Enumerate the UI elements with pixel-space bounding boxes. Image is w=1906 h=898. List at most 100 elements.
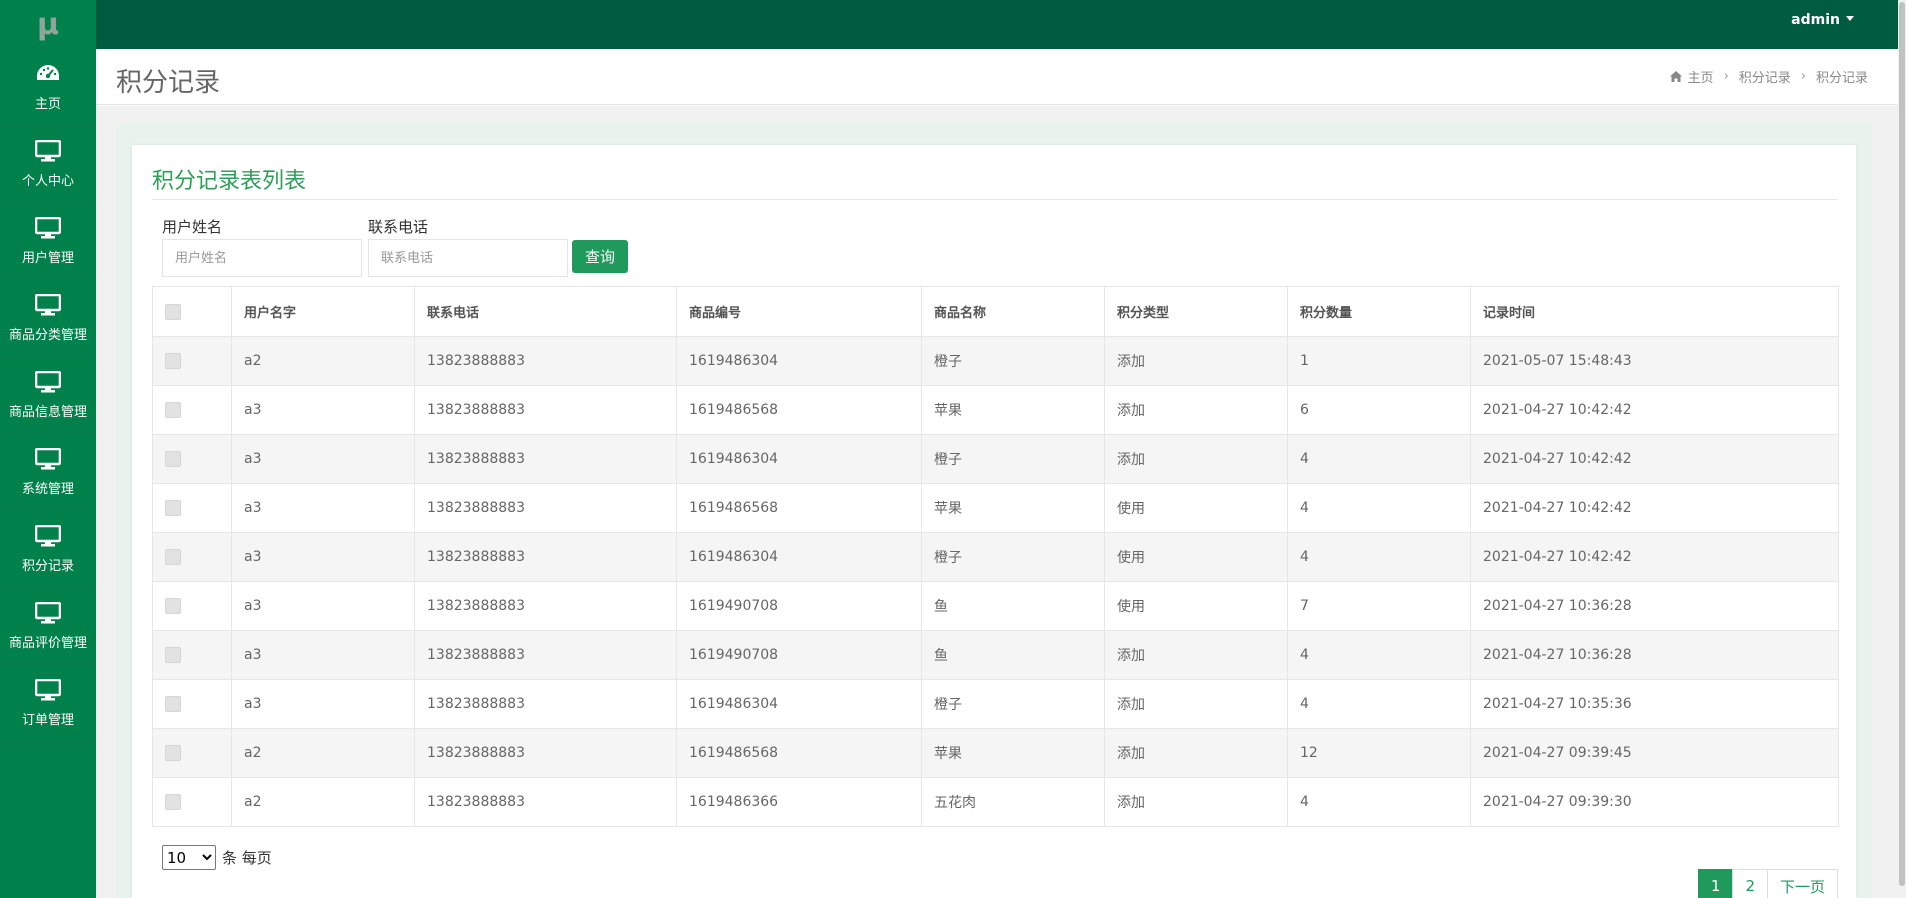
row-select-cell <box>152 581 232 631</box>
table-cell: 1619486304 <box>676 532 922 582</box>
page-title: 积分记录 <box>116 68 221 98</box>
sidebar-item-label: 积分记录 <box>21 558 74 574</box>
page-1-button[interactable]: 1 <box>1697 869 1734 898</box>
phone-input[interactable] <box>368 239 568 277</box>
column-header[interactable]: 用户名字 <box>231 286 415 337</box>
table-cell: 13823888883 <box>414 679 677 729</box>
table-cell: 使用 <box>1104 532 1288 582</box>
table-cell: 2021-04-27 09:39:30 <box>1470 777 1839 827</box>
sidebar-item-label: 主页 <box>34 96 61 112</box>
table-cell: 添加 <box>1104 336 1288 386</box>
select-all-checkbox[interactable] <box>165 303 181 320</box>
row-select-cell <box>152 728 232 778</box>
sidebar-item-3[interactable]: 用户管理 <box>0 203 96 280</box>
column-header[interactable]: 积分数量 <box>1287 286 1471 337</box>
user-menu[interactable]: admin <box>1791 12 1854 28</box>
page-2-button[interactable]: 2 <box>1732 869 1768 898</box>
sidebar-item-1[interactable]: 主页 <box>0 49 96 126</box>
table-cell: 2021-05-07 15:48:43 <box>1470 336 1839 386</box>
row-checkbox[interactable] <box>165 696 181 712</box>
table-cell: a3 <box>231 483 415 533</box>
table-cell: 1619486568 <box>676 385 922 435</box>
row-checkbox[interactable] <box>165 647 181 663</box>
table-cell: a3 <box>231 679 415 729</box>
table-cell: 苹果 <box>921 728 1105 778</box>
pagination: 1 2 下一页 <box>1697 869 1838 898</box>
table-cell: 橙子 <box>921 532 1105 582</box>
next-page-button[interactable]: 下一页 <box>1766 869 1838 898</box>
column-header[interactable]: 积分类型 <box>1104 286 1288 337</box>
row-select-cell <box>152 385 232 435</box>
monitor-icon <box>35 678 61 709</box>
row-checkbox[interactable] <box>165 598 181 614</box>
table-row: a3 13823888883 1619486568 苹果 添加 6 2021-04-27 1… <box>152 385 1839 435</box>
table-cell: 鱼 <box>921 581 1105 631</box>
table-cell: 2021-04-27 10:42:42 <box>1470 434 1839 484</box>
row-checkbox[interactable] <box>165 353 181 369</box>
sidebar-item-label: 订单管理 <box>21 712 74 728</box>
page-size-suffix: 条 每页 <box>222 849 272 867</box>
row-checkbox[interactable] <box>165 745 181 761</box>
column-header[interactable]: 联系电话 <box>414 286 677 337</box>
table-cell: a3 <box>231 434 415 484</box>
row-checkbox[interactable] <box>165 794 181 810</box>
sidebar-item-2[interactable]: 个人中心 <box>0 126 96 203</box>
table-cell: 添加 <box>1104 630 1288 680</box>
table-cell: 4 <box>1287 777 1471 827</box>
row-select-cell <box>152 630 232 680</box>
table-header-row: 用户名字 联系电话 商品编号 商品名称 积分类型 积分数量 记录时间 <box>152 286 1839 337</box>
table-cell: 苹果 <box>921 385 1105 435</box>
table-cell: 13823888883 <box>414 385 677 435</box>
table-cell: 1619486568 <box>676 483 922 533</box>
table-cell: a3 <box>231 385 415 435</box>
monitor-icon <box>35 139 61 170</box>
row-checkbox[interactable] <box>165 500 181 516</box>
table-row: a3 13823888883 1619490708 鱼使用 7 2021-04-27 10… <box>152 581 1839 631</box>
row-checkbox[interactable] <box>165 451 181 467</box>
table-row: a2 13823888883 1619486568 苹果 添加 12 2021-04-27 … <box>152 728 1839 778</box>
sidebar: μ 主页个人中心用户管理商品分类管理 商品信息管理 系统管理积分记录商品评价管理订单… <box>0 0 96 898</box>
monitor-icon <box>35 293 61 324</box>
sidebar-item-label: 个人中心 <box>21 173 74 189</box>
sidebar-item-7[interactable]: 积分记录 <box>0 511 96 588</box>
sidebar-item-label: 用户管理 <box>21 250 74 266</box>
sidebar-item-6[interactable]: 系统管理 <box>0 434 96 511</box>
user-name: admin <box>1791 12 1840 28</box>
column-header[interactable]: 商品编号 <box>676 286 922 337</box>
row-select-cell <box>152 434 232 484</box>
table-row: a3 13823888883 1619490708 鱼添加 4 2021-04-27 10… <box>152 630 1839 680</box>
table-cell: 橙子 <box>921 434 1105 484</box>
table-cell: a2 <box>231 336 415 386</box>
scrollbar[interactable] <box>1898 0 1906 898</box>
row-checkbox[interactable] <box>165 549 181 565</box>
sidebar-item-4[interactable]: 商品分类管理 <box>0 280 96 357</box>
page-size-select[interactable]: 10 <box>162 845 216 870</box>
sidebar-item-9[interactable]: 订单管理 <box>0 665 96 742</box>
column-header[interactable]: 记录时间 <box>1470 286 1839 337</box>
monitor-icon <box>35 370 61 401</box>
row-checkbox[interactable] <box>165 402 181 418</box>
logo: μ <box>36 7 60 42</box>
table-cell: 使用 <box>1104 581 1288 631</box>
top-bar: admin <box>96 0 1898 49</box>
breadcrumb-home[interactable]: 主页 <box>1688 67 1714 86</box>
page-header: 积分记录 主页 › 积分记录 › 积分记录 <box>96 49 1898 105</box>
sidebar-item-8[interactable]: 商品评价管理 <box>0 588 96 665</box>
row-select-cell <box>152 777 232 827</box>
search-button[interactable]: 查询 <box>572 240 628 273</box>
caret-down-icon <box>1846 16 1854 21</box>
table-cell: 2021-04-27 10:42:42 <box>1470 483 1839 533</box>
table-row: a3 13823888883 1619486304 橙子 使用 4 2021-04-27 1… <box>152 532 1839 582</box>
table-row: a3 13823888883 1619486568 苹果 使用 4 2021-04-27 1… <box>152 483 1839 533</box>
table-cell: 4 <box>1287 679 1471 729</box>
sidebar-item-5[interactable]: 商品信息管理 <box>0 357 96 434</box>
table-cell: 添加 <box>1104 728 1288 778</box>
table-cell: 添加 <box>1104 679 1288 729</box>
column-header[interactable]: 商品名称 <box>921 286 1105 337</box>
username-input[interactable] <box>162 239 362 277</box>
table-cell: 2021-04-27 10:42:42 <box>1470 532 1839 582</box>
scrollbar-thumb[interactable] <box>1899 2 1905 886</box>
breadcrumb-item[interactable]: 积分记录 <box>1739 67 1791 86</box>
table-cell: 13823888883 <box>414 581 677 631</box>
table-cell: a3 <box>231 581 415 631</box>
